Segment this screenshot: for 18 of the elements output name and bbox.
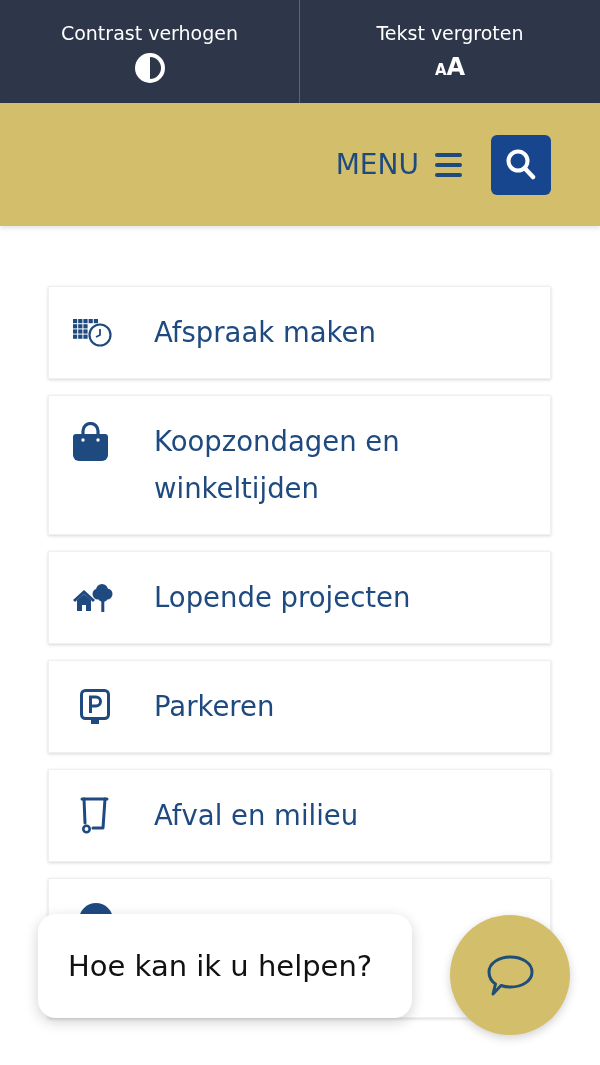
chat-button[interactable] [450, 915, 570, 1035]
menu-icon [435, 152, 462, 177]
wheelie-bin-icon [80, 797, 109, 834]
quick-link-card[interactable]: Afval en milieu [48, 769, 551, 862]
calendar-clock-icon [73, 318, 112, 347]
text-size-icon: AA [434, 53, 466, 77]
quick-link-card[interactable]: Lopende projecten [48, 551, 551, 644]
contrast-icon [134, 53, 165, 83]
quick-link-card[interactable]: Parkeren [48, 660, 551, 753]
quick-link-card[interactable]: Afspraak maken [48, 286, 551, 379]
house-tree-icon [73, 583, 113, 612]
quick-link-card[interactable]: Koopzondagen en winkeltijden [48, 395, 551, 535]
parking-sign-icon [80, 688, 110, 725]
shopping-bag-icon [73, 422, 108, 461]
speech-bubble-icon [486, 954, 534, 996]
chat-prompt-tooltip[interactable]: Hoe kan ik u helpen? [38, 914, 412, 1018]
search-icon [506, 149, 536, 180]
search-button[interactable] [491, 134, 551, 195]
